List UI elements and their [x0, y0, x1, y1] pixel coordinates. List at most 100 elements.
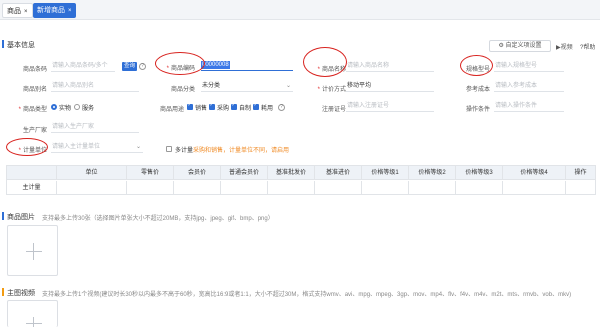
annotation-ellipse: [155, 52, 205, 75]
reg-input[interactable]: 请输入注册证号: [346, 101, 434, 112]
custom-fields-label: 自定义项设置: [505, 43, 542, 49]
checkbox-consume[interactable]: [253, 102, 259, 110]
header-level2: 价格等级2: [408, 166, 455, 180]
alias-label: 商品别名: [22, 87, 47, 93]
radio-physical[interactable]: [51, 104, 57, 110]
header-purchase: 基准进价: [314, 166, 361, 180]
checkbox-sales[interactable]: [187, 102, 193, 110]
table-header: 单位 零售价 会员价 普通会员价 基准批发价 基准进价 价格等级1 价格等级2 …: [7, 166, 595, 180]
custom-fields-button[interactable]: ⚙ 自定义项设置: [489, 40, 551, 52]
costing-label-text: 计价方式: [321, 87, 346, 93]
tab-label: 商品: [7, 8, 21, 15]
basic-info-title: 基本信息: [2, 40, 35, 50]
ref-cost-input[interactable]: 请输入参考成本: [494, 81, 564, 92]
video-hint: 支持最多上传1个视频(建议时长30秒以内最多不高于60秒，宽高比16:9或者1:…: [42, 292, 572, 298]
images-title-label: 商品图片: [7, 214, 35, 221]
header-level3: 价格等级3: [455, 166, 502, 180]
tab-bar: 商品 × 新增商品 ×: [0, 0, 600, 20]
plus-icon: [33, 243, 34, 260]
radio-physical-label: 实物: [59, 106, 72, 112]
section-marker: [2, 40, 4, 48]
checkbox-multi-unit[interactable]: [166, 146, 172, 152]
table-cell[interactable]: [267, 181, 314, 195]
header-normal-member: 普通会员价: [220, 166, 267, 180]
table-cell[interactable]: [126, 181, 173, 195]
checkbox-consume-label: 耗用: [261, 106, 274, 112]
price-table: 单位 零售价 会员价 普通会员价 基准批发价 基准进价 价格等级1 价格等级2 …: [6, 165, 596, 195]
video-link[interactable]: ▶视频: [556, 42, 573, 51]
video-link-label: 视频: [560, 45, 573, 51]
tab-new-goods[interactable]: 新增商品 ×: [33, 3, 76, 18]
gear-icon: ⚙: [498, 43, 504, 49]
header-retail: 零售价: [126, 166, 173, 180]
alias-input[interactable]: 请输入商品别名: [51, 81, 139, 92]
header-action: 操作: [565, 166, 595, 180]
header-unit: 单位: [56, 166, 126, 180]
table-cell[interactable]: [455, 181, 502, 195]
header-empty: [7, 166, 56, 180]
spec-input[interactable]: 请输入规格型号: [494, 61, 564, 72]
close-icon[interactable]: ×: [68, 8, 72, 14]
table-cell[interactable]: [361, 181, 408, 195]
table-cell[interactable]: [220, 181, 267, 195]
chevron-down-icon[interactable]: ⌄: [286, 82, 291, 89]
radio-service[interactable]: [74, 104, 80, 110]
table-cell[interactable]: [408, 181, 455, 195]
table-cell[interactable]: [502, 181, 565, 195]
image-upload-box[interactable]: [7, 225, 58, 276]
radio-service-label: 服务: [82, 106, 95, 112]
barcode-label: 商品条码: [22, 67, 47, 73]
annotation-ellipse: [303, 47, 347, 77]
tab-label: 新增商品: [37, 7, 65, 14]
checkbox-purchase[interactable]: [209, 102, 215, 110]
table-cell-action[interactable]: [565, 181, 595, 195]
row-main-unit: 主计量: [22, 185, 41, 191]
annotation-ellipse: [6, 138, 48, 156]
video-upload-box[interactable]: [7, 300, 58, 327]
plus-icon: [33, 317, 34, 327]
help-link-label: 帮助: [583, 45, 596, 51]
type-label: * 商品类型: [14, 104, 47, 113]
required-mark: *: [317, 87, 320, 93]
reg-label: 注册证号: [321, 107, 346, 113]
code-value: 00000008: [201, 61, 230, 69]
close-icon[interactable]: ×: [24, 9, 28, 15]
ref-cost-label: 参考成本: [465, 87, 490, 93]
mfr-input[interactable]: 请输入生产厂家: [51, 122, 139, 133]
table-cell[interactable]: [314, 181, 361, 195]
chevron-down-icon[interactable]: ⌄: [136, 143, 141, 150]
usage-label: 商品用途: [159, 107, 184, 113]
type-label-text: 商品类型: [22, 107, 47, 113]
barcode-query-button[interactable]: 查询: [122, 62, 138, 71]
section-marker: [2, 212, 4, 220]
costing-select[interactable]: 移动平均: [346, 81, 434, 92]
section-marker: [2, 288, 4, 296]
help-link[interactable]: ?帮助: [580, 42, 595, 51]
question-icon[interactable]: ?: [278, 104, 285, 111]
tab-goods[interactable]: 商品 ×: [2, 3, 33, 18]
multi-unit-label: 多计量: [175, 148, 194, 154]
category-select[interactable]: 未分类: [201, 81, 293, 92]
plus-icon: [26, 251, 42, 252]
images-title: 商品图片: [2, 212, 35, 222]
video-title: 主图视频: [2, 288, 35, 298]
unit-input[interactable]: 请输入主计量单位: [51, 142, 143, 153]
required-mark: *: [18, 107, 21, 113]
checkbox-sales-label: 销售: [195, 106, 208, 112]
basic-info-label: 基本信息: [7, 42, 35, 49]
op-label: 操作条件: [465, 107, 490, 113]
checkbox-purchase-label: 采购: [217, 106, 230, 112]
annotation-ellipse: [460, 55, 493, 76]
question-icon[interactable]: ?: [139, 63, 146, 70]
op-input[interactable]: 请输入操作条件: [494, 101, 564, 112]
table-cell[interactable]: [173, 181, 220, 195]
barcode-input[interactable]: 请输入商品条码/多个: [51, 61, 115, 72]
plus-icon: [26, 323, 42, 324]
multi-unit-warning: 采购和销售，计量单位不同，请启用: [193, 148, 290, 154]
checkbox-selfmade-label: 自制: [239, 106, 252, 112]
checkbox-selfmade[interactable]: [231, 102, 237, 110]
header-level4: 价格等级4: [502, 166, 565, 180]
header-level1: 价格等级1: [361, 166, 408, 180]
table-cell[interactable]: [56, 181, 126, 195]
name-input[interactable]: 请输入商品名称: [346, 61, 434, 72]
